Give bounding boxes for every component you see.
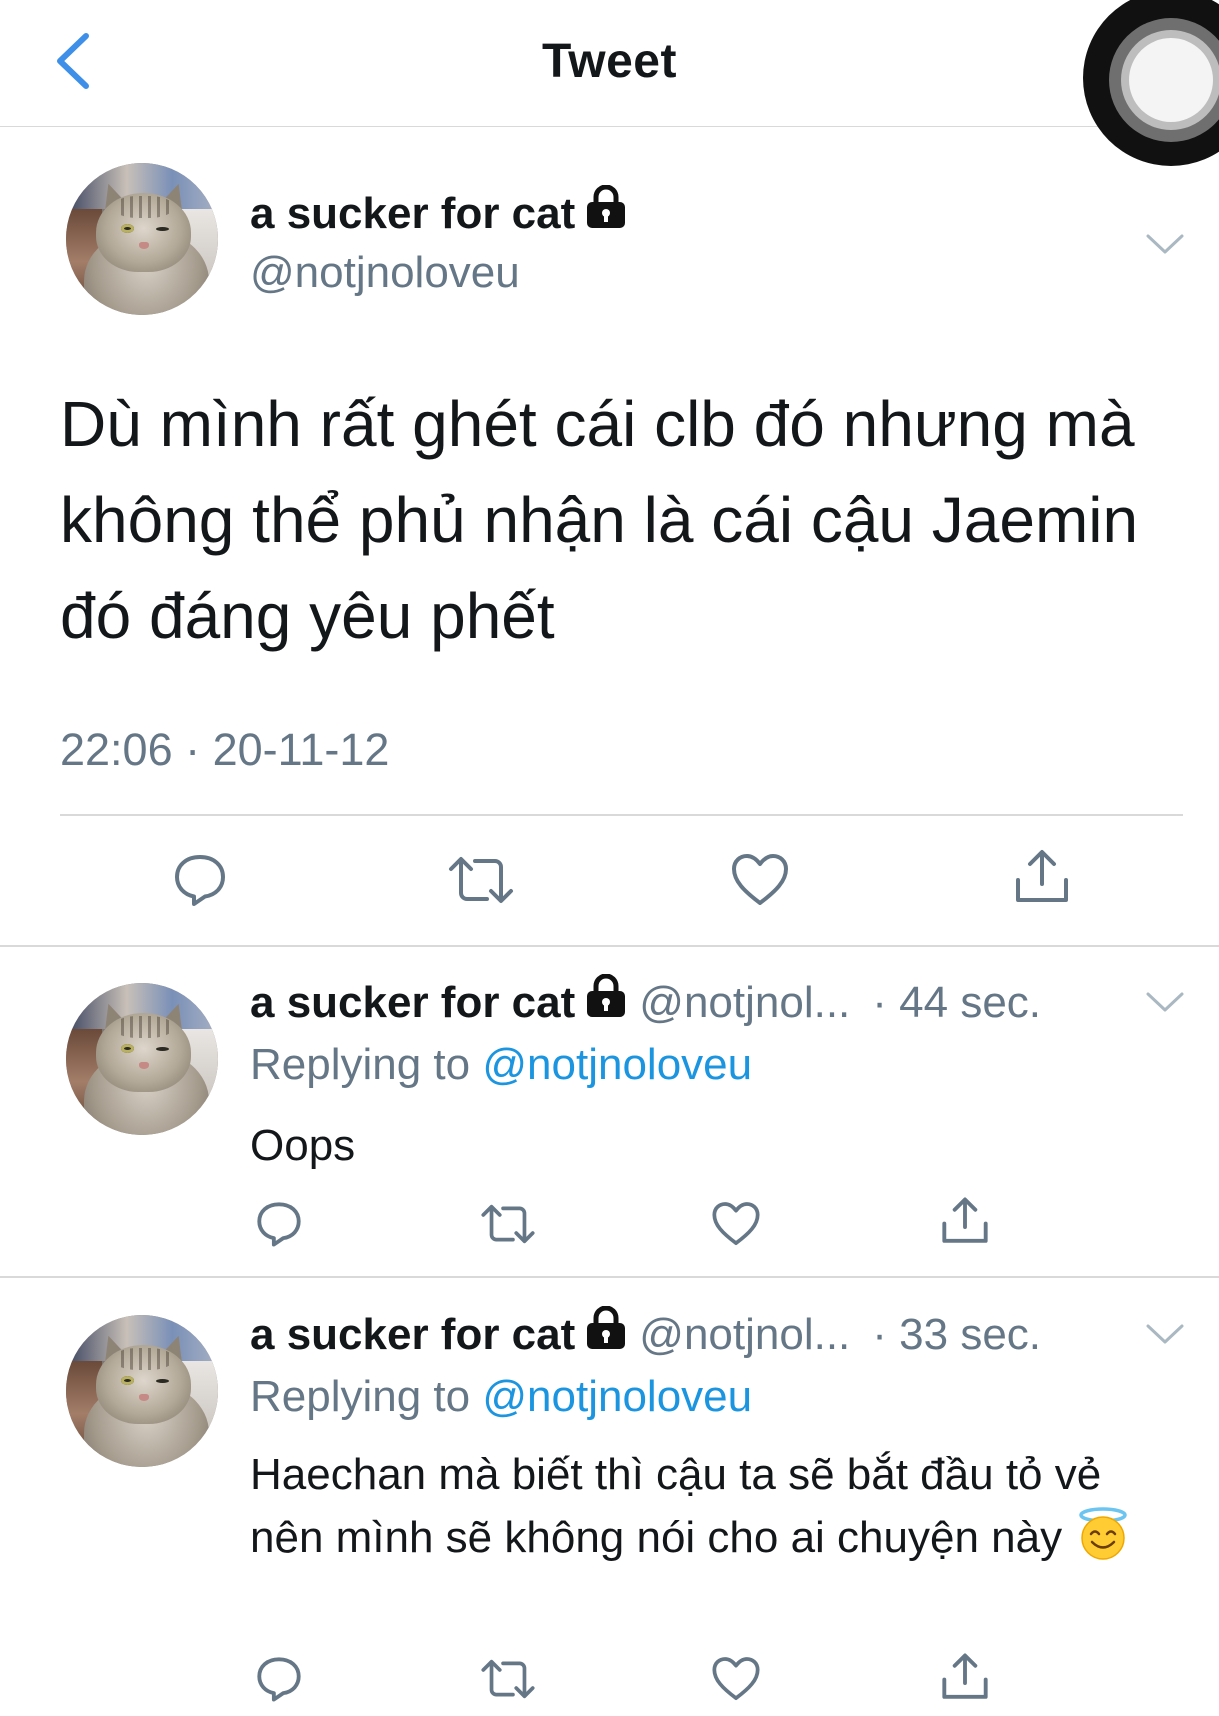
author-name[interactable]: a sucker for cat	[250, 1310, 575, 1359]
retweet-button[interactable]	[480, 1658, 536, 1700]
lock-icon	[585, 973, 627, 1029]
reply-icon	[257, 1657, 301, 1702]
share-icon	[942, 1653, 988, 1699]
mention-link[interactable]: @notjnoloveu	[482, 1372, 752, 1421]
like-icon	[712, 1657, 760, 1701]
top-nav-bar: Tweet	[0, 0, 1219, 127]
author-handle[interactable]: @notjnol...	[639, 978, 850, 1027]
like-button[interactable]	[730, 852, 790, 908]
like-icon	[732, 854, 788, 905]
reply-icon	[175, 855, 225, 906]
reply-button[interactable]	[172, 852, 228, 908]
lock-icon	[585, 184, 627, 240]
tweet-text: Dù mình rất ghét cái clb đó nhưng mà khô…	[60, 388, 1139, 652]
chevron-down-icon[interactable]	[1145, 990, 1185, 1014]
share-button[interactable]	[940, 1652, 990, 1702]
retweet-button[interactable]	[447, 855, 515, 905]
replying-to: Replying to @notjnoloveu	[250, 1040, 752, 1090]
retweet-icon	[481, 1659, 535, 1699]
replying-label: Replying to	[250, 1372, 471, 1421]
share-button[interactable]	[1013, 848, 1071, 906]
smiling-face-with-halo-icon	[1076, 1507, 1130, 1561]
avatar[interactable]	[66, 983, 218, 1135]
chevron-down-icon[interactable]	[1145, 1322, 1185, 1346]
like-button[interactable]	[711, 1200, 761, 1248]
replying-label: Replying to	[250, 1040, 471, 1089]
page-title: Tweet	[542, 35, 677, 88]
author-name-text: a sucker for cat	[250, 189, 576, 239]
reply-text: Oops	[250, 1121, 356, 1170]
replying-to: Replying to @notjnoloveu	[250, 1372, 752, 1422]
chevron-down-icon[interactable]	[1145, 232, 1185, 256]
author-name[interactable]: a sucker for cat	[250, 978, 575, 1027]
reply-icon	[257, 1202, 301, 1247]
reply-button[interactable]	[255, 1655, 303, 1703]
divider	[0, 1276, 1219, 1278]
like-button[interactable]	[711, 1655, 761, 1703]
divider	[60, 814, 1183, 816]
avatar[interactable]	[66, 163, 218, 315]
reply-button[interactable]	[255, 1200, 303, 1248]
divider	[0, 945, 1219, 947]
share-button[interactable]	[940, 1196, 990, 1246]
reply-text: Haechan mà biết thì cậu ta sẽ bắt đầu tỏ…	[250, 1443, 1150, 1569]
share-icon	[1016, 850, 1068, 902]
reply-header: a sucker for cat @notjnol... · 33 sec.	[250, 1305, 1042, 1365]
retweet-button[interactable]	[480, 1203, 536, 1245]
avatar[interactable]	[66, 1315, 218, 1467]
tweet-timestamp: 22:06 · 20-11-12	[60, 724, 390, 775]
lock-icon	[585, 1305, 627, 1361]
retweet-icon	[449, 857, 513, 903]
author-handle[interactable]: @notjnol...	[639, 1310, 850, 1359]
like-icon	[712, 1202, 760, 1246]
author-handle[interactable]: @notjnoloveu	[250, 248, 520, 298]
reply-text-content: Haechan mà biết thì cậu ta sẽ bắt đầu tỏ…	[250, 1450, 1102, 1562]
reply-time: · 33 sec.	[872, 1310, 1042, 1360]
share-icon	[942, 1197, 988, 1243]
reply-time: · 44 sec.	[872, 978, 1042, 1028]
mention-link[interactable]: @notjnoloveu	[482, 1040, 752, 1089]
retweet-icon	[481, 1204, 535, 1244]
author-name[interactable]: a sucker for cat	[250, 184, 627, 244]
reply-header: a sucker for cat @notjnol... · 44 sec.	[250, 973, 1042, 1033]
assistive-touch-button[interactable]	[1083, 0, 1219, 166]
